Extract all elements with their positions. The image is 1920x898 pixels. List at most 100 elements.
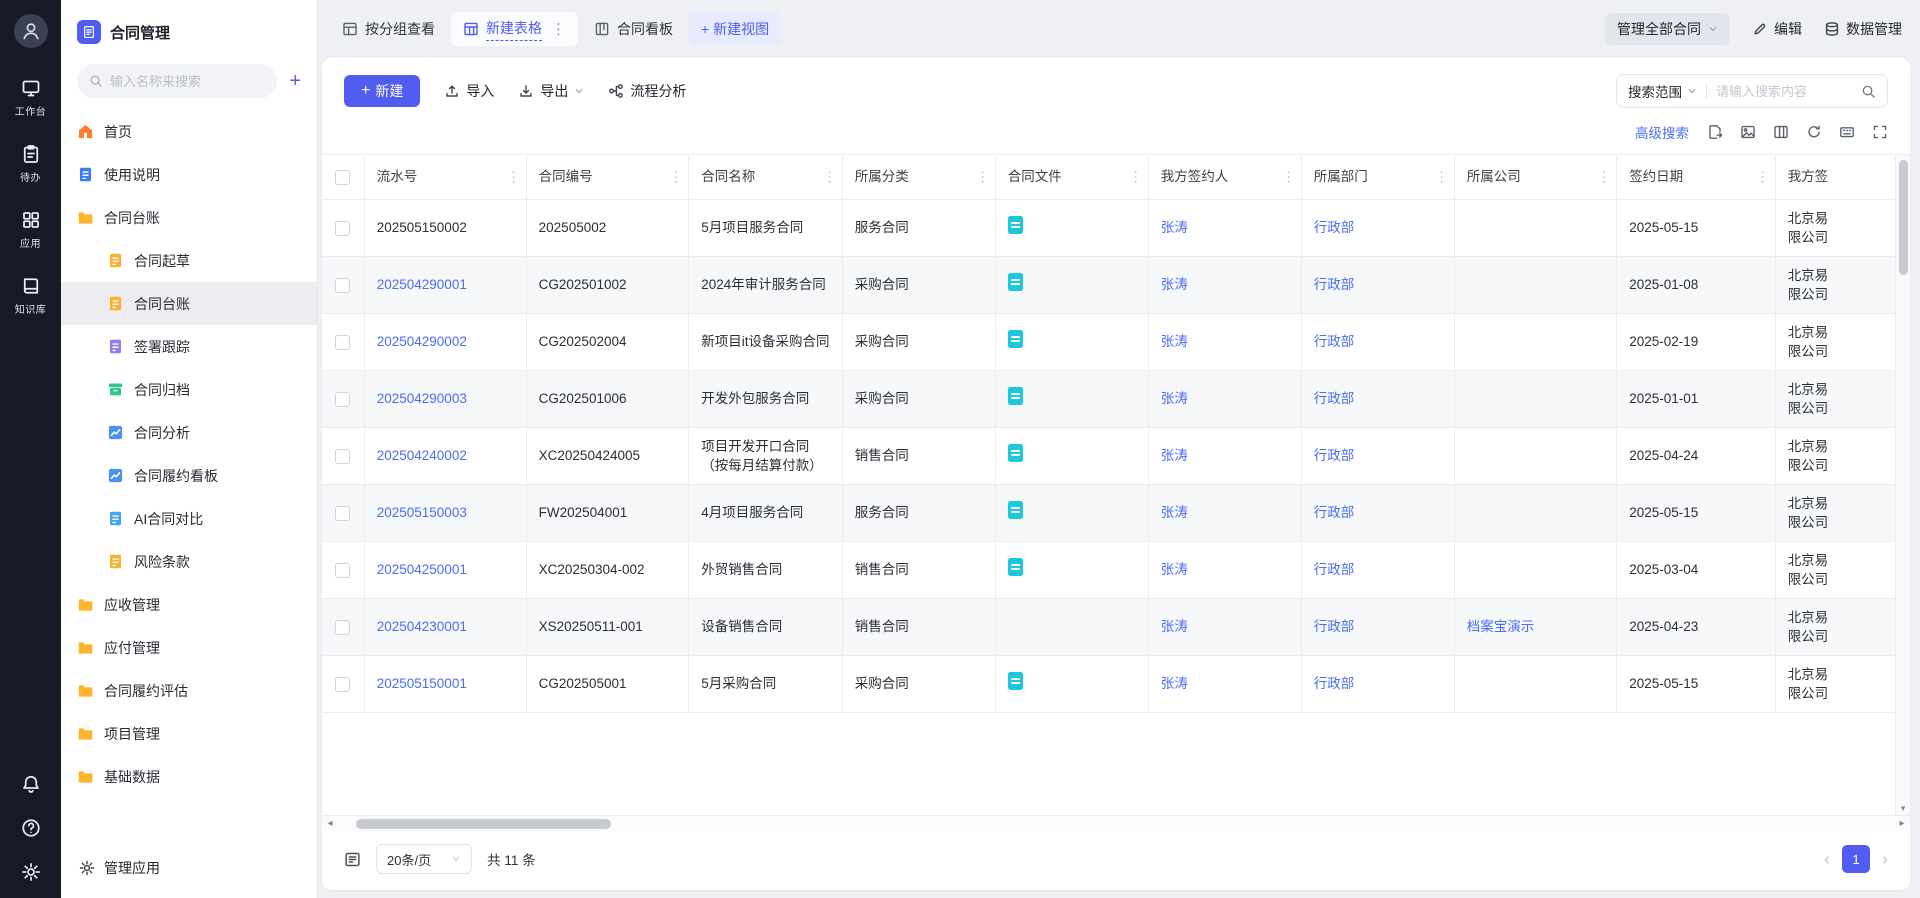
rail-item-todo[interactable]: 待办 xyxy=(20,144,41,184)
cell-signer[interactable]: 张涛 xyxy=(1148,541,1301,598)
cell-signer[interactable]: 张涛 xyxy=(1148,484,1301,541)
rail-item-workbench[interactable]: 工作台 xyxy=(15,78,47,118)
image-icon[interactable] xyxy=(1740,124,1756,140)
next-page-button[interactable]: › xyxy=(1882,850,1888,868)
column-menu-icon[interactable]: ⋮ xyxy=(669,167,683,186)
tab-new-view[interactable]: + 新建视图 xyxy=(689,12,781,46)
manage-apps-button[interactable]: 管理应用 xyxy=(61,840,317,898)
sidebar-item-15[interactable]: 基础数据 xyxy=(61,755,317,798)
data-manage-button[interactable]: 数据管理 xyxy=(1824,19,1902,39)
tab-contract-board[interactable]: 合同看板 xyxy=(582,12,685,46)
cell-signer[interactable]: 张涛 xyxy=(1148,427,1301,484)
column-menu-icon[interactable]: ⋮ xyxy=(1282,167,1296,186)
column-menu-icon[interactable]: ⋮ xyxy=(976,167,990,186)
column-menu-icon[interactable]: ⋮ xyxy=(507,167,521,186)
fullscreen-icon[interactable] xyxy=(1872,124,1888,140)
rail-item-knowledge[interactable]: 知识库 xyxy=(15,276,47,316)
row-checkbox[interactable] xyxy=(335,677,350,692)
contract-file-icon[interactable] xyxy=(1008,672,1023,690)
column-menu-icon[interactable]: ⋮ xyxy=(1756,167,1770,186)
import-button[interactable]: 导入 xyxy=(444,81,494,101)
column-menu-icon[interactable]: ⋮ xyxy=(1435,167,1449,186)
contract-file-icon[interactable] xyxy=(1008,444,1023,462)
cell-signer[interactable]: 张涛 xyxy=(1148,256,1301,313)
edit-button[interactable]: 编辑 xyxy=(1752,19,1802,39)
hscroll-track[interactable] xyxy=(338,816,1894,831)
columns-icon[interactable] xyxy=(1773,124,1789,140)
vscroll-thumb[interactable] xyxy=(1899,160,1908,275)
sidebar-item-10[interactable]: 风险条款 xyxy=(61,540,317,583)
cell-serial[interactable]: 202504250001 xyxy=(364,541,526,598)
cell-signer[interactable]: 张涛 xyxy=(1148,370,1301,427)
sidebar-item-1[interactable]: 使用说明 xyxy=(61,153,317,196)
row-checkbox[interactable] xyxy=(335,620,350,635)
help-icon[interactable] xyxy=(21,818,41,838)
horizontal-scrollbar[interactable]: ◂ ▸ xyxy=(322,815,1910,831)
sidebar-search-input[interactable] xyxy=(110,74,265,89)
cell-serial[interactable]: 202505150003 xyxy=(364,484,526,541)
cardview-icon[interactable] xyxy=(1839,124,1855,140)
cell-serial[interactable]: 202504290001 xyxy=(364,256,526,313)
flow-analysis-button[interactable]: 流程分析 xyxy=(608,81,686,101)
cell-dept[interactable]: 行政部 xyxy=(1301,199,1454,256)
sidebar-item-4[interactable]: 合同台账 xyxy=(61,282,317,325)
sidebar-item-2[interactable]: 合同台账 xyxy=(61,196,317,239)
sidebar-search[interactable] xyxy=(77,64,277,98)
cell-signer[interactable]: 张涛 xyxy=(1148,598,1301,655)
hscroll-left-arrow[interactable]: ◂ xyxy=(322,816,338,832)
row-checkbox[interactable] xyxy=(335,392,350,407)
bell-icon[interactable] xyxy=(21,774,41,794)
advanced-search-link[interactable]: 高级搜索 xyxy=(1635,122,1689,142)
row-checkbox[interactable] xyxy=(335,563,350,578)
tab-new-table[interactable]: 新建表格 ⋮ xyxy=(451,12,578,46)
rail-item-apps[interactable]: 应用 xyxy=(20,210,41,250)
contract-file-icon[interactable] xyxy=(1008,387,1023,405)
column-menu-icon[interactable]: ⋮ xyxy=(823,167,837,186)
sidebar-item-8[interactable]: 合同履约看板 xyxy=(61,454,317,497)
manage-scope-button[interactable]: 管理全部合同 xyxy=(1605,13,1730,45)
column-menu-icon[interactable]: ⋮ xyxy=(1597,167,1611,186)
cell-dept[interactable]: 行政部 xyxy=(1301,370,1454,427)
prev-page-button[interactable]: ‹ xyxy=(1824,850,1830,868)
sidebar-item-5[interactable]: 签署跟踪 xyxy=(61,325,317,368)
cell-company[interactable]: 档案宝演示 xyxy=(1454,598,1616,655)
gear-icon[interactable] xyxy=(21,862,41,882)
cell-dept[interactable]: 行政部 xyxy=(1301,427,1454,484)
row-checkbox[interactable] xyxy=(335,449,350,464)
sidebar-item-9[interactable]: AI合同对比 xyxy=(61,497,317,540)
contract-file-icon[interactable] xyxy=(1008,558,1023,576)
select-all-checkbox[interactable] xyxy=(335,170,350,185)
cell-signer[interactable]: 张涛 xyxy=(1148,655,1301,712)
cell-dept[interactable]: 行政部 xyxy=(1301,484,1454,541)
sidebar-item-12[interactable]: 应付管理 xyxy=(61,626,317,669)
cell-signer[interactable]: 张涛 xyxy=(1148,313,1301,370)
refresh-icon[interactable] xyxy=(1806,124,1822,140)
sidebar-item-14[interactable]: 项目管理 xyxy=(61,712,317,755)
export-button[interactable]: 导出 xyxy=(518,81,584,101)
row-checkbox[interactable] xyxy=(335,278,350,293)
sidebar-item-6[interactable]: 合同归档 xyxy=(61,368,317,411)
search-input[interactable] xyxy=(1716,84,1852,99)
sidebar-item-3[interactable]: 合同起草 xyxy=(61,239,317,282)
search-scope-select[interactable]: 搜索范围 xyxy=(1628,81,1697,101)
new-button[interactable]: + 新建 xyxy=(344,75,420,107)
search-icon[interactable] xyxy=(1861,84,1876,99)
cell-dept[interactable]: 行政部 xyxy=(1301,541,1454,598)
cell-serial[interactable]: 202504230001 xyxy=(364,598,526,655)
user-avatar[interactable] xyxy=(14,14,48,48)
sidebar-item-0[interactable]: 首页 xyxy=(61,110,317,153)
cell-dept[interactable]: 行政部 xyxy=(1301,655,1454,712)
column-menu-icon[interactable]: ⋮ xyxy=(1129,167,1143,186)
page-settings-icon[interactable] xyxy=(344,851,361,868)
row-checkbox[interactable] xyxy=(335,335,350,350)
tab-group-view[interactable]: 按分组查看 xyxy=(330,12,447,46)
cell-dept[interactable]: 行政部 xyxy=(1301,598,1454,655)
cell-serial[interactable]: 202505150001 xyxy=(364,655,526,712)
vscroll-down-arrow[interactable]: ▾ xyxy=(1901,804,1906,813)
contract-file-icon[interactable] xyxy=(1008,273,1023,291)
cell-serial[interactable]: 202504240002 xyxy=(364,427,526,484)
vertical-scrollbar[interactable]: ▾ xyxy=(1895,155,1910,815)
row-checkbox[interactable] xyxy=(335,506,350,521)
cell-signer[interactable]: 张涛 xyxy=(1148,199,1301,256)
more-vertical-icon[interactable]: ⋮ xyxy=(551,20,566,38)
